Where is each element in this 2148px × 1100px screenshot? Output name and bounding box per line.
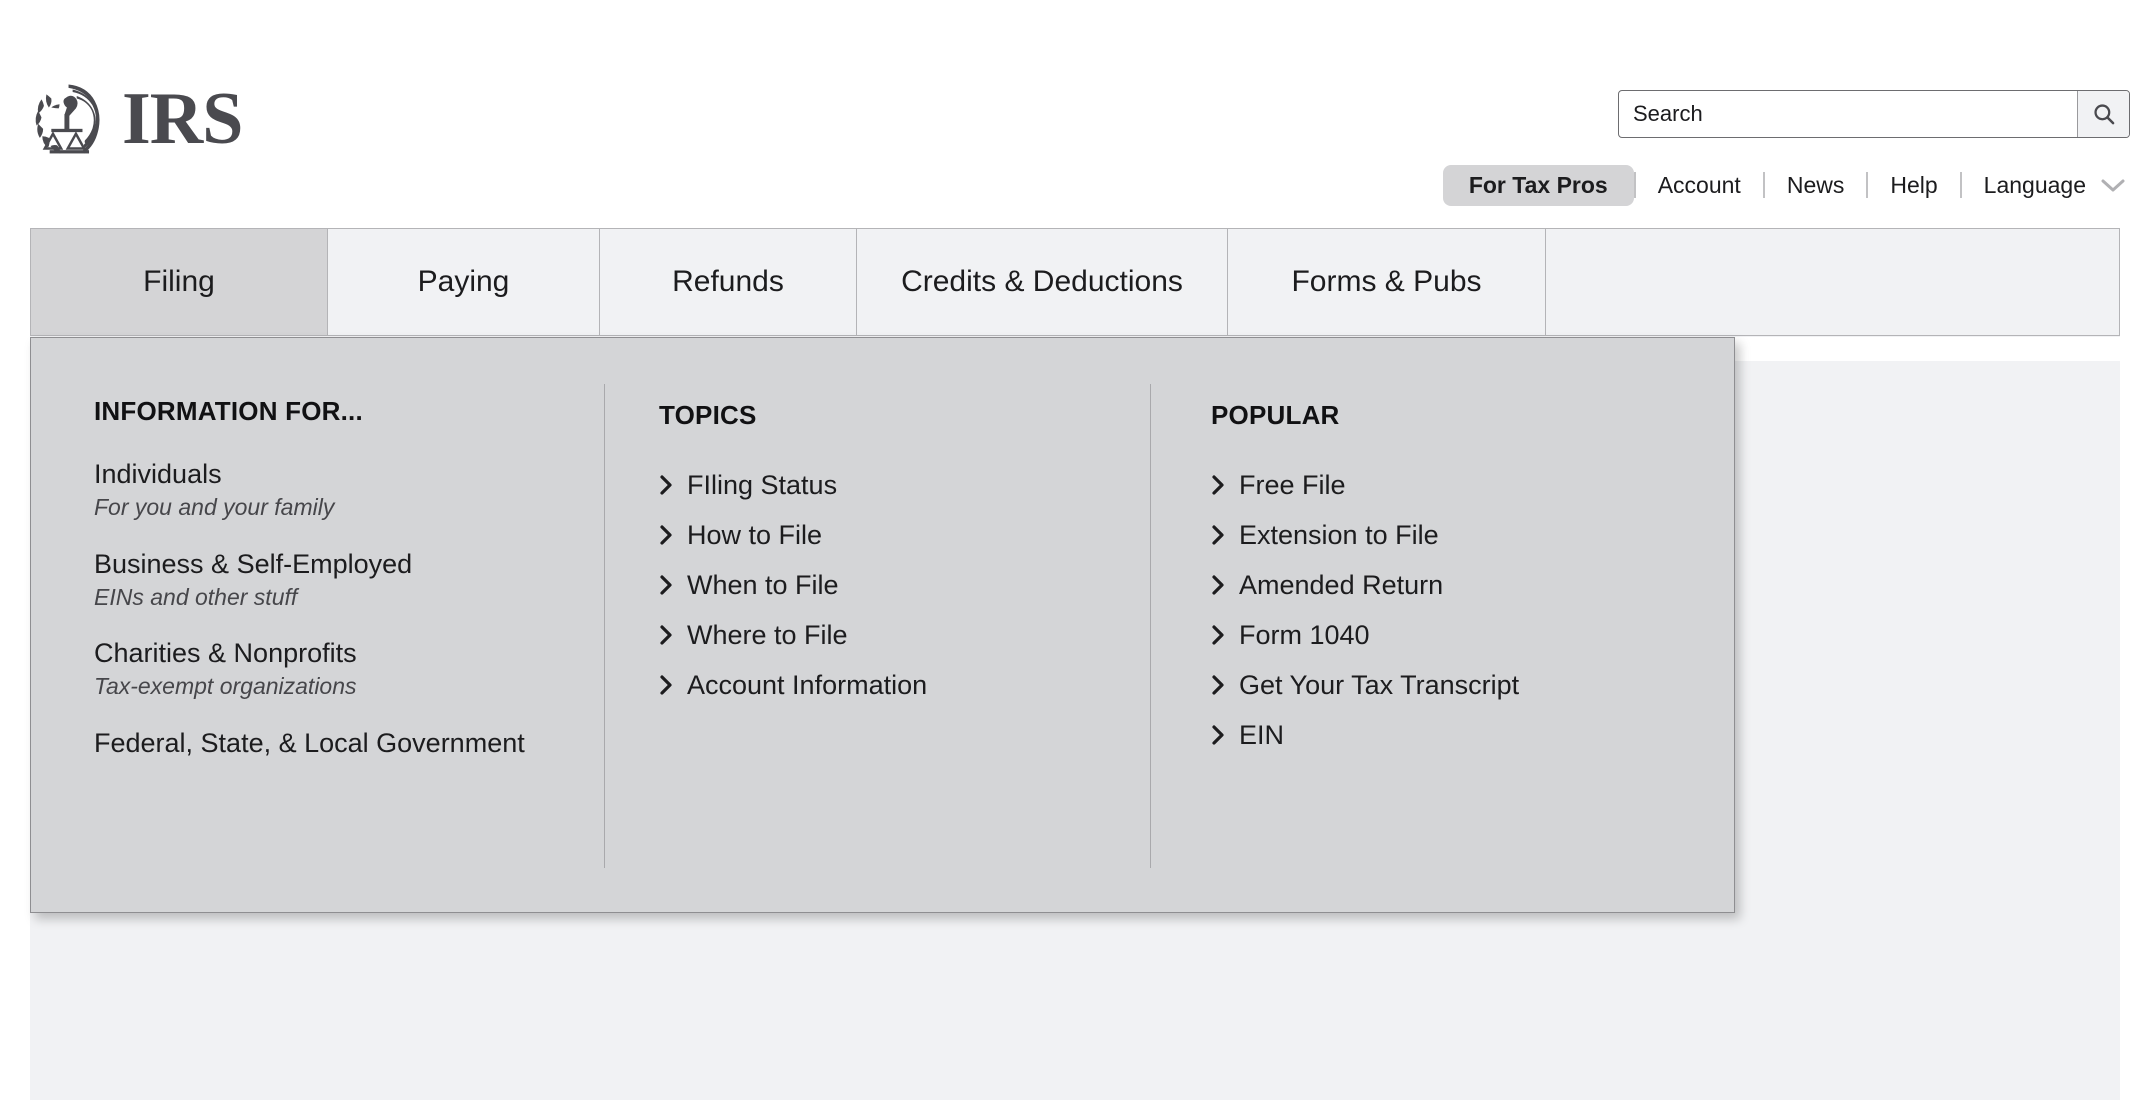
irs-eagle-emblem-icon bbox=[30, 78, 112, 160]
info-item-title: Business & Self-Employed bbox=[94, 548, 413, 579]
chevron-right-icon bbox=[1211, 474, 1226, 496]
tab-filing[interactable]: Filing bbox=[30, 229, 328, 335]
list-item[interactable]: Where to File bbox=[659, 610, 927, 660]
search-icon bbox=[2091, 101, 2117, 127]
main-navigation-tabs: Filing Paying Refunds Credits & Deductio… bbox=[30, 228, 2120, 336]
chevron-right-icon bbox=[659, 524, 674, 546]
topic-link-label: FIling Status bbox=[687, 469, 838, 500]
nav-news[interactable]: News bbox=[1765, 173, 1867, 197]
popular-link-label: Get Your Tax Transcript bbox=[1239, 669, 1520, 700]
irs-logo[interactable]: IRS bbox=[30, 78, 243, 160]
chevron-right-icon bbox=[1211, 574, 1226, 596]
popular-link-label: Amended Return bbox=[1239, 569, 1444, 600]
mega-column-topics: TOPICS FIling Status How to File When to… bbox=[605, 338, 1151, 912]
nav-help[interactable]: Help bbox=[1868, 173, 1959, 197]
chevron-right-icon bbox=[659, 674, 674, 696]
list-item[interactable]: How to File bbox=[659, 510, 927, 560]
chevron-right-icon bbox=[1211, 624, 1226, 646]
popular-link-label: Free File bbox=[1239, 469, 1346, 500]
chevron-right-icon bbox=[659, 474, 674, 496]
tab-credits-deductions[interactable]: Credits & Deductions bbox=[857, 229, 1228, 335]
list-item[interactable]: Individuals For you and your family bbox=[94, 458, 564, 522]
popular-link-label: EIN bbox=[1239, 719, 1285, 750]
chevron-right-icon bbox=[1211, 724, 1226, 746]
info-item-title: Charities & Nonprofits bbox=[94, 638, 357, 669]
list-item[interactable]: EIN bbox=[1211, 710, 1519, 760]
information-for-heading: INFORMATION FOR... bbox=[94, 396, 363, 426]
list-item[interactable]: Business & Self-Employed EINs and other … bbox=[94, 548, 564, 612]
list-item[interactable]: Free File bbox=[1211, 460, 1519, 510]
list-item[interactable]: Extension to File bbox=[1211, 510, 1519, 560]
chevron-right-icon bbox=[1211, 524, 1226, 546]
chevron-down-icon bbox=[2100, 177, 2126, 193]
popular-list: Free File Extension to File Amended Retu… bbox=[1211, 460, 1519, 760]
info-item-subtitle: EINs and other stuff bbox=[94, 583, 298, 610]
tab-paying[interactable]: Paying bbox=[328, 229, 600, 335]
info-item-subtitle: Tax-exempt organizations bbox=[94, 673, 357, 700]
topic-link-label: When to File bbox=[687, 569, 839, 600]
list-item[interactable]: FIling Status bbox=[659, 460, 927, 510]
popular-link-label: Extension to File bbox=[1239, 519, 1439, 550]
site-header: IRS For Tax Pros Account News Help bbox=[0, 0, 2148, 228]
filing-mega-menu-panel: INFORMATION FOR... Individuals For you a… bbox=[30, 337, 1735, 913]
search-bar[interactable] bbox=[1618, 90, 2130, 138]
search-input[interactable] bbox=[1619, 91, 2077, 137]
nav-language-label: Language bbox=[1983, 171, 2086, 198]
information-for-list: Individuals For you and your family Busi… bbox=[94, 458, 564, 760]
utility-navigation: For Tax Pros Account News Help Language bbox=[1442, 163, 2130, 207]
tab-forms-pubs[interactable]: Forms & Pubs bbox=[1228, 229, 1546, 335]
chevron-right-icon bbox=[659, 574, 674, 596]
nav-language-selector[interactable]: Language bbox=[1962, 172, 2130, 199]
mega-column-popular: POPULAR Free File Extension to File Amen… bbox=[1151, 338, 1734, 912]
list-item[interactable]: Federal, State, & Local Government bbox=[94, 727, 564, 760]
list-item[interactable]: Account Information bbox=[659, 660, 927, 710]
info-item-title: Individuals bbox=[94, 459, 222, 489]
chevron-right-icon bbox=[1211, 674, 1226, 696]
nav-for-tax-pros[interactable]: For Tax Pros bbox=[1442, 164, 1634, 206]
search-submit-button[interactable] bbox=[2077, 91, 2129, 137]
list-item[interactable]: Form 1040 bbox=[1211, 610, 1519, 660]
list-item[interactable]: Get Your Tax Transcript bbox=[1211, 660, 1519, 710]
topic-link-label: How to File bbox=[687, 519, 823, 550]
tab-bar-filler bbox=[1546, 229, 2120, 335]
topic-link-label: Account Information bbox=[687, 669, 928, 700]
topics-heading: TOPICS bbox=[659, 400, 757, 430]
irs-wordmark: IRS bbox=[122, 78, 243, 160]
list-item[interactable]: When to File bbox=[659, 560, 927, 610]
popular-link-label: Form 1040 bbox=[1239, 619, 1370, 650]
info-item-title: Federal, State, & Local Government bbox=[94, 728, 525, 759]
list-item[interactable]: Amended Return bbox=[1211, 560, 1519, 610]
popular-heading: POPULAR bbox=[1211, 400, 1340, 430]
nav-account[interactable]: Account bbox=[1636, 173, 1763, 197]
topics-list: FIling Status How to File When to File W… bbox=[659, 460, 927, 710]
info-item-subtitle: For you and your family bbox=[94, 493, 335, 520]
irs-website-page: IRS For Tax Pros Account News Help bbox=[0, 0, 2148, 1100]
tab-refunds[interactable]: Refunds bbox=[600, 229, 857, 335]
chevron-right-icon bbox=[659, 624, 674, 646]
list-item[interactable]: Charities & Nonprofits Tax-exempt organi… bbox=[94, 637, 564, 701]
topic-link-label: Where to File bbox=[687, 619, 848, 650]
mega-column-information-for: INFORMATION FOR... Individuals For you a… bbox=[31, 338, 605, 912]
